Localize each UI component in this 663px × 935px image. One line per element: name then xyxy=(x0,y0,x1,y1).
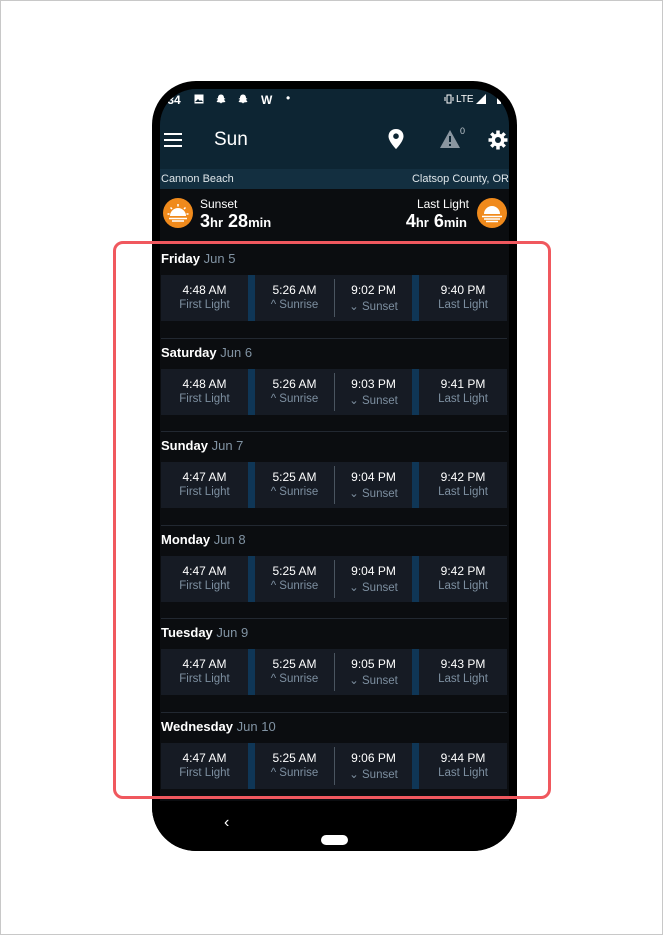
sunset-countdown: 3hr 28min xyxy=(200,211,272,231)
vibrate-icon xyxy=(444,94,454,104)
android-nav-bar: ‹ xyxy=(152,801,517,851)
alert-count: 0 xyxy=(460,126,466,136)
signal-icon xyxy=(476,94,486,104)
network-type: LTE xyxy=(456,94,474,105)
menu-icon[interactable] xyxy=(164,133,182,147)
w-notification: W xyxy=(261,93,273,107)
back-button[interactable]: ‹ xyxy=(224,814,229,832)
warning-icon[interactable] xyxy=(440,130,460,148)
more-notifications-dot: • xyxy=(286,91,291,105)
location-county: Clatsop County, OR xyxy=(411,173,509,185)
image-notification-icon xyxy=(194,94,204,104)
snapchat-icon xyxy=(216,94,226,104)
last-light-countdown: 4hr 6min xyxy=(405,211,467,231)
last-light-icon xyxy=(477,198,507,228)
app-bar: Sun 0 xyxy=(160,113,509,169)
status-bar: .34 W • LTE xyxy=(160,89,509,113)
location-city: Cannon Beach xyxy=(161,173,234,185)
battery-icon xyxy=(497,95,501,104)
status-time: .34 xyxy=(164,93,181,107)
app-title: Sun xyxy=(214,129,248,150)
location-pin-icon[interactable] xyxy=(388,129,404,149)
gear-icon[interactable] xyxy=(488,130,508,150)
sun-summary: Sunset 3hr 28min Last Light 4hr 6min xyxy=(160,193,509,237)
sunset-label: Sunset xyxy=(200,197,238,211)
snapchat-icon xyxy=(238,94,248,104)
home-button[interactable] xyxy=(321,835,348,845)
highlight-box xyxy=(113,241,551,799)
last-light-label: Last Light xyxy=(416,197,469,211)
sunset-icon xyxy=(163,198,193,228)
location-bar: Cannon Beach Clatsop County, OR xyxy=(160,169,509,189)
